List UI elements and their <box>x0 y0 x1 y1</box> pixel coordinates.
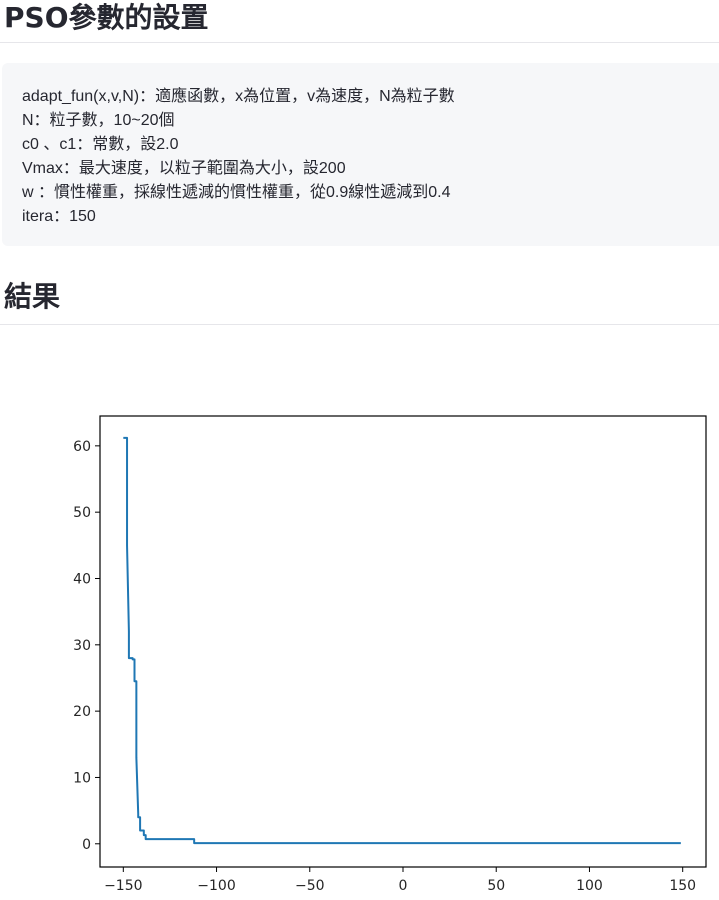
line-chart: −150 −100 −50 0 50 100 150 0 10 20 30 40 50 60 <box>73 415 707 894</box>
x-tick-label: −50 <box>295 878 325 894</box>
page: PSO參數的設置 adapt_fun(x,v,N)：適應函數，x為位置，v為速度… <box>0 0 719 900</box>
results-heading: 結果 <box>4 280 61 313</box>
x-tick-label: −100 <box>197 878 235 894</box>
pso-params-heading: PSO參數的設置 <box>4 1 209 34</box>
y-tick-label: 40 <box>73 571 91 587</box>
y-tick-label: 0 <box>82 837 91 853</box>
chart-container: −150 −100 −50 0 50 100 150 0 10 20 30 40 50 60 <box>0 400 719 900</box>
y-tick-label: 20 <box>73 704 91 720</box>
y-tick-label: 10 <box>73 770 91 786</box>
param-line-w: w ：慣性權重，採線性遞減的慣性權重，從0.9線性遞減到0.4 <box>22 184 451 201</box>
x-tick-label: 150 <box>669 878 696 894</box>
y-tick-label: 50 <box>73 505 91 521</box>
param-line-n: N：粒子數，10~20個 <box>22 112 175 129</box>
heading-divider <box>0 42 719 43</box>
y-tick-label: 60 <box>73 439 91 455</box>
param-line-adapt-fun: adapt_fun(x,v,N)：適應函數，x為位置，v為速度，N為粒子數 <box>22 88 455 105</box>
x-tick-label: 100 <box>576 878 603 894</box>
x-tick-label: 0 <box>399 878 408 894</box>
results-divider <box>0 324 719 325</box>
x-tick-label: −150 <box>104 878 142 894</box>
y-tick-label: 30 <box>73 638 91 654</box>
plot-frame <box>99 415 707 868</box>
param-line-c0-c1: c0 、c1：常數，設2.0 <box>22 136 179 153</box>
param-line-vmax: Vmax：最大速度，以粒子範圍為大小，設200 <box>22 160 346 177</box>
param-line-itera: itera：150 <box>22 208 96 225</box>
x-tick-label: 50 <box>487 878 505 894</box>
series-line-0 <box>123 436 681 845</box>
params-code-block: adapt_fun(x,v,N)：適應函數，x為位置，v為速度，N為粒子數 N：… <box>2 63 719 246</box>
